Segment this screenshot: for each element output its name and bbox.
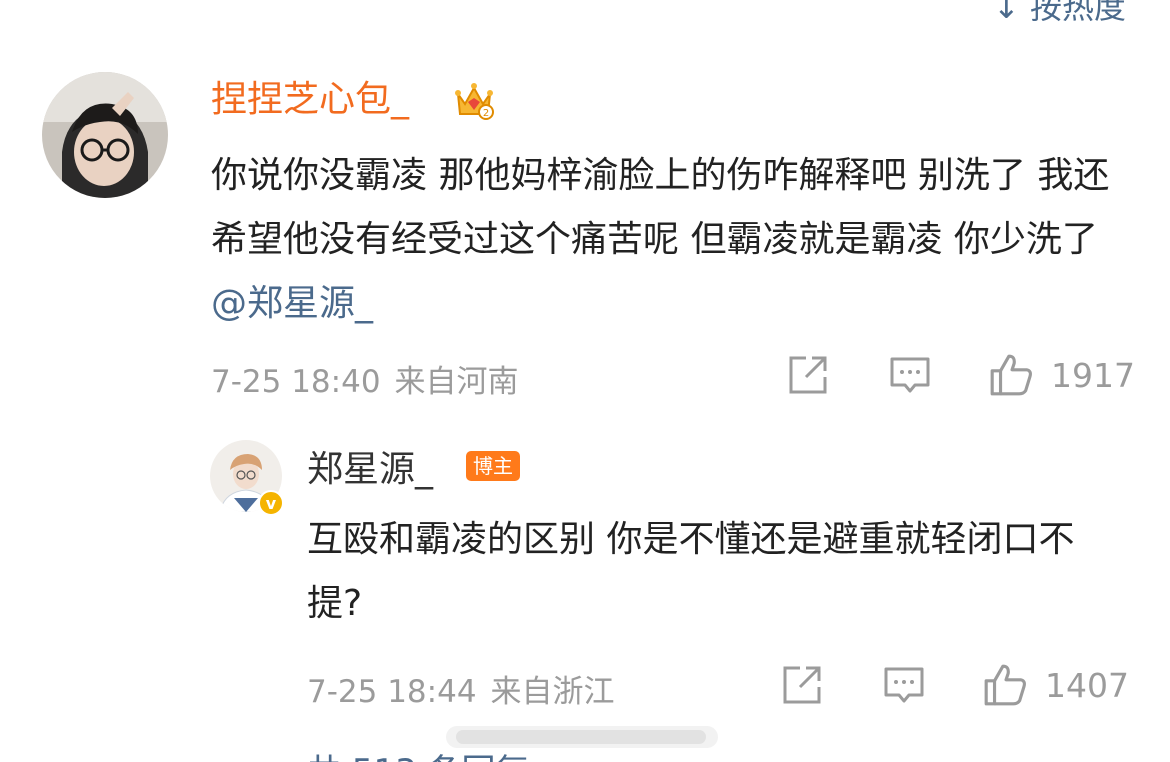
verified-badge: v [258, 490, 284, 516]
avatar[interactable] [42, 72, 168, 198]
sort-by-hot-button[interactable]: ↓ 按热度 [993, 0, 1126, 28]
crown-icon[interactable]: 2 [452, 78, 496, 122]
reply-text: 互殴和霸凌的区别 你是不懂还是避重就轻闭口不提? [307, 519, 1075, 624]
thumbs-up-icon[interactable] [982, 662, 1028, 708]
comment-time: 7-25 18:40 [211, 364, 381, 400]
comment-username[interactable]: 捏捏芝心包_ [211, 82, 409, 118]
svg-text:2: 2 [483, 108, 489, 119]
mention-link[interactable]: @郑星源_ [211, 283, 373, 324]
share-icon[interactable] [786, 353, 830, 397]
more-replies-link[interactable]: 共 513 条回复 [307, 744, 530, 762]
avatar-image [42, 72, 168, 198]
reply-time: 7-25 18:44 [307, 674, 477, 710]
comment-location: 来自河南 [394, 364, 519, 400]
comment-icon[interactable] [882, 664, 926, 708]
thumbs-up-icon[interactable] [988, 352, 1034, 398]
comment-text: 你说你没霸凌 那他妈梓渝脸上的伤咋解释吧 别洗了 我还希望他没有经受过这个痛苦呢… [211, 144, 1131, 336]
like-count: 1917 [1051, 356, 1135, 395]
reply-username[interactable]: 郑星源_ [307, 452, 433, 488]
reply-location: 来自浙江 [490, 674, 615, 710]
weibo-comment-page: ↓ 按热度 捏捏芝心包_ 2 你说你没霸凌 那他妈梓渝脸上的伤咋解释吧 别洗了 … [0, 0, 1170, 762]
like-count: 1407 [1045, 666, 1129, 705]
comment-body: 你说你没霸凌 那他妈梓渝脸上的伤咋解释吧 别洗了 我还希望他没有经受过这个痛苦呢… [211, 155, 1110, 260]
comment-icon[interactable] [888, 354, 932, 398]
share-icon[interactable] [780, 663, 824, 707]
author-tag: 博主 [466, 451, 520, 481]
comment-meta: 7-25 18:40 来自河南 [211, 356, 519, 401]
reply-meta: 7-25 18:44 来自浙江 [307, 666, 615, 711]
